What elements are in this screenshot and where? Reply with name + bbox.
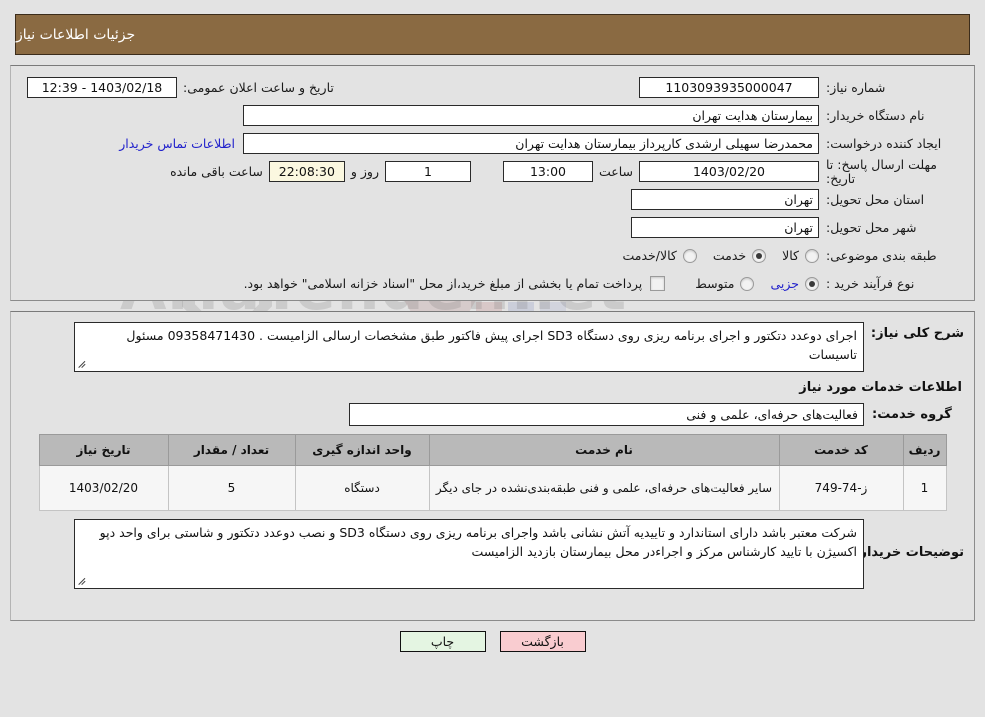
radio-icon-jozei[interactable]	[805, 276, 819, 291]
row-city: شهر محل تحویل: تهران	[21, 214, 964, 241]
province-label: استان محل تحویل:	[826, 192, 925, 207]
th-unit: واحد اندازه گیری	[294, 434, 430, 466]
deadline-countdown-label: ساعت باقی مانده	[170, 164, 263, 179]
row-service-group: گروه خدمت: فعالیت‌های حرفه‌ای، علمی و فن…	[21, 403, 964, 426]
cell-unit: دستگاه	[294, 465, 430, 511]
deadline-label: مهلت ارسال پاسخ: تا تاریخ:	[826, 156, 937, 186]
need-details-panel: شرح کلی نیاز: اجرای دوعدد دتکتور و اجرای…	[10, 311, 975, 621]
treasury-note-group[interactable]: پرداخت تمام یا بخشی از مبلغ خرید،از محل …	[244, 276, 666, 291]
resize-grip-icon-summary[interactable]	[78, 359, 88, 369]
row-buyer-notes: توضیحات خریدار: شرکت معتبر باشد دارای اس…	[21, 519, 964, 589]
deadline-days-field[interactable]: 1	[384, 161, 471, 182]
page-title: جزئیات اطلاعات نیاز	[16, 26, 136, 43]
radio-icon-kala-khedmat[interactable]	[682, 248, 697, 263]
page-root: جزئیات اطلاعات نیاز شماره نیاز: 11030939…	[0, 14, 985, 652]
row-province: استان محل تحویل: تهران	[21, 186, 964, 213]
public-announce-label: تاریخ و ساعت اعلان عمومی:	[183, 80, 334, 95]
row-deadline: مهلت ارسال پاسخ: تا تاریخ: 1403/02/20 سا…	[21, 156, 964, 186]
buyer-notes-text: شرکت معتبر باشد دارای استاندارد و تاییدی…	[99, 525, 857, 559]
process-type-label: نوع فرآیند خرید :	[826, 276, 915, 291]
deadline-time-label: ساعت	[598, 164, 633, 179]
print-button[interactable]: چاپ	[399, 631, 486, 652]
cell-index: 1	[902, 465, 947, 511]
radio-icon-motavasset[interactable]	[740, 276, 755, 291]
buyer-org-field[interactable]: بیمارستان هدایت تهران	[243, 105, 819, 126]
table-row: 1 ز-74-749 سایر فعالیت‌های حرفه‌ای، علمی…	[38, 465, 947, 511]
resize-grip-icon-buyer-notes[interactable]	[78, 576, 88, 586]
deadline-time-field[interactable]: 13:00	[502, 161, 593, 182]
th-qty: تعداد / مقدار	[167, 434, 296, 466]
category-option-kala[interactable]: کالا	[782, 248, 819, 263]
table-header-row: ردیف کد خدمت نام خدمت واحد اندازه گیری ت…	[38, 434, 947, 466]
category-option-khedmat-label: خدمت	[712, 248, 747, 263]
row-requester: ایجاد کننده درخواست: محمدرضا سهیلی ارشدی…	[21, 130, 964, 157]
need-number-field[interactable]: 1103093935000047	[639, 77, 819, 98]
deadline-days-label: روز و	[350, 164, 379, 179]
cell-name: سایر فعالیت‌های حرفه‌ای، علمی و فنی طبقه…	[428, 465, 780, 511]
row-buyer-org: نام دستگاه خریدار: بیمارستان هدایت تهران	[21, 102, 964, 129]
services-section-title: اطلاعات خدمات مورد نیاز	[799, 380, 962, 395]
row-summary: شرح کلی نیاز: اجرای دوعدد دتکتور و اجرای…	[21, 322, 964, 372]
service-group-label: گروه خدمت:	[872, 407, 952, 422]
category-label: طبقه بندی موضوعی:	[826, 248, 937, 263]
category-option-kala-khedmat-label: کالا/خدمت	[622, 248, 677, 263]
category-option-khedmat[interactable]: خدمت	[712, 248, 767, 263]
th-index: ردیف	[902, 434, 947, 466]
services-table: ردیف کد خدمت نام خدمت واحد اندازه گیری ت…	[38, 434, 947, 511]
city-field[interactable]: تهران	[631, 217, 819, 238]
service-group-field[interactable]: فعالیت‌های حرفه‌ای، علمی و فنی	[349, 403, 864, 426]
buyer-notes-label: توضیحات خریدار:	[854, 545, 964, 560]
cell-code: ز-74-749	[778, 465, 904, 511]
radio-icon-kala[interactable]	[805, 248, 819, 263]
need-number-label: شماره نیاز:	[826, 80, 886, 95]
th-date: تاریخ نیاز	[38, 434, 169, 466]
row-process-type: نوع فرآیند خرید : جزیی متوسط پرداخت تمام…	[21, 270, 964, 297]
footer-actions: بازگشت چاپ	[0, 631, 985, 652]
deadline-date-field[interactable]: 1403/02/20	[639, 161, 819, 182]
th-code: کد خدمت	[778, 434, 904, 466]
process-option-jozei[interactable]: جزیی	[770, 276, 819, 291]
buyer-org-label: نام دستگاه خریدار:	[826, 108, 925, 123]
process-option-jozei-label: جزیی	[770, 276, 799, 291]
province-field[interactable]: تهران	[631, 189, 819, 210]
treasury-note-text: پرداخت تمام یا بخشی از مبلغ خرید،از محل …	[243, 276, 643, 291]
public-announce-field[interactable]: 1403/02/18 - 12:39	[27, 77, 177, 98]
buyer-contact-link[interactable]: اطلاعات تماس خریدار	[111, 136, 243, 151]
process-option-motavasset[interactable]: متوسط	[695, 276, 755, 291]
category-option-kala-khedmat[interactable]: کالا/خدمت	[622, 248, 697, 263]
deadline-countdown-field: 22:08:30	[268, 161, 345, 182]
cell-qty: 5	[167, 465, 296, 511]
cell-date: 1403/02/20	[38, 465, 169, 511]
category-option-kala-label: کالا	[782, 248, 799, 263]
need-info-panel: شماره نیاز: 1103093935000047 تاریخ و ساع…	[10, 65, 975, 301]
requester-label: ایجاد کننده درخواست:	[826, 136, 942, 151]
city-label: شهر محل تحویل:	[826, 220, 917, 235]
summary-textarea[interactable]: اجرای دوعدد دتکتور و اجرای برنامه ریزی ر…	[74, 322, 864, 372]
row-need-number: شماره نیاز: 1103093935000047 تاریخ و ساع…	[21, 74, 964, 101]
row-category: طبقه بندی موضوعی: کالا خدمت کالا/خدمت	[21, 242, 964, 269]
summary-text: اجرای دوعدد دتکتور و اجرای برنامه ریزی ر…	[126, 328, 857, 362]
th-name: نام خدمت	[428, 434, 780, 466]
back-button[interactable]: بازگشت	[499, 631, 586, 652]
radio-icon-khedmat[interactable]	[752, 248, 767, 263]
requester-field[interactable]: محمدرضا سهیلی ارشدی کارپرداز بیمارستان ه…	[243, 133, 819, 154]
page-header: جزئیات اطلاعات نیاز	[15, 14, 970, 55]
buyer-notes-textarea[interactable]: شرکت معتبر باشد دارای استاندارد و تاییدی…	[74, 519, 864, 589]
checkbox-icon-treasury-note[interactable]	[650, 276, 666, 291]
summary-label: شرح کلی نیاز:	[870, 326, 964, 341]
process-option-motavasset-label: متوسط	[695, 276, 735, 291]
